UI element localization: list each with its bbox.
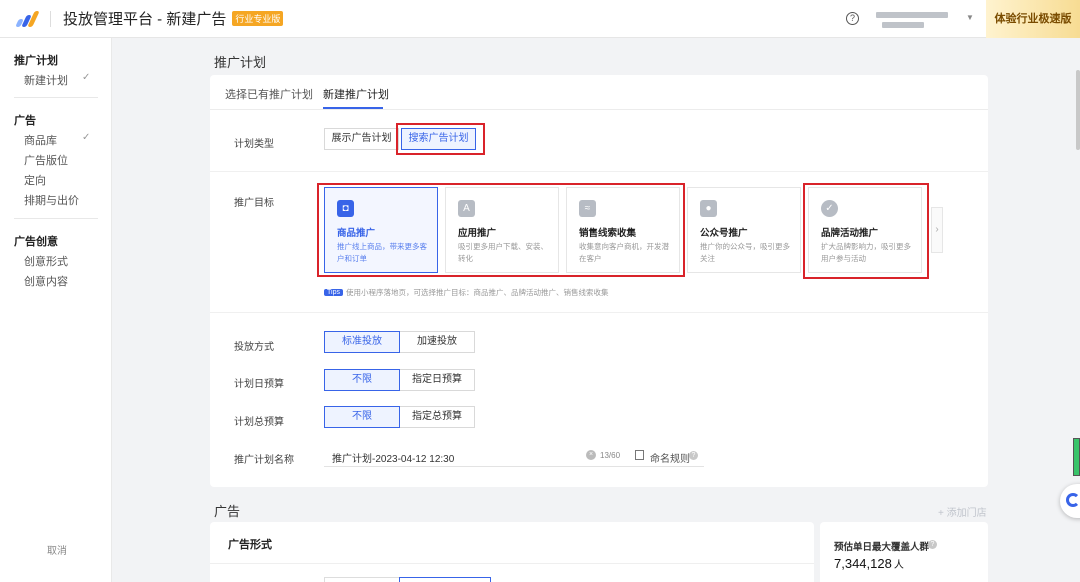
format-option-selected[interactable] (399, 577, 491, 582)
check-icon: ✓ (82, 72, 91, 83)
account-icon: ● (700, 200, 717, 217)
section-divider (210, 563, 814, 564)
format-option[interactable] (324, 577, 400, 582)
account-switcher[interactable] (876, 9, 954, 31)
sidebar-item-targeting[interactable]: 定向 (24, 172, 46, 188)
daily-budget-label: 计划日预算 (234, 379, 284, 390)
display-ad-plan-option[interactable]: 展示广告计划 (324, 128, 399, 150)
goal-label: 推广目标 (234, 198, 274, 209)
page-title: 推广计划 (214, 55, 267, 70)
estimate-unit: 人 (893, 560, 904, 571)
sidebar-item-product-library[interactable]: 商品库 (24, 132, 57, 148)
tips-badge: Tips (324, 289, 343, 297)
sidebar-item-new-plan[interactable]: 新建计划 (24, 72, 68, 88)
chevron-down-icon[interactable]: ▼ (966, 13, 974, 22)
tab-select-existing-plan[interactable]: 选择已有推广计划 (225, 86, 313, 102)
standard-delivery-option[interactable]: 标准投放 (324, 331, 400, 353)
edition-badge: 行业专业版 (232, 11, 284, 26)
brand-logo[interactable] (15, 10, 40, 27)
sidebar-section-plan[interactable]: 推广计划 (14, 52, 58, 68)
char-counter: 13/60 (600, 451, 621, 460)
goal-card-desc: 推广你的公众号，吸引更多关注 (700, 242, 790, 263)
sidebar-divider (14, 218, 98, 219)
total-budget-specified-option[interactable]: 指定总预算 (399, 406, 475, 428)
plan-type-label: 计划类型 (234, 139, 274, 150)
sidebar-section-creative[interactable]: 广告创意 (14, 233, 58, 249)
sidebar-item-creative-content[interactable]: 创意内容 (24, 273, 68, 289)
support-icon (1066, 493, 1080, 507)
page-scrollbar[interactable] (1076, 70, 1080, 150)
active-tab-indicator (323, 107, 383, 109)
sidebar-item-creative-format[interactable]: 创意形式 (24, 253, 68, 269)
sidebar: 推广计划 新建计划 ✓ 广告 商品库 ✓ 广告版位 定向 排期与出价 广告创意 … (0, 38, 112, 582)
section-divider (210, 171, 988, 172)
daily-budget-unlimited-option[interactable]: 不限 (324, 369, 400, 391)
plan-name-label: 推广计划名称 (234, 455, 294, 466)
estimate-card: 预估单日最大覆盖人群 ? 7,344,128 人 (820, 522, 988, 582)
sidebar-section-ad[interactable]: 广告 (14, 112, 36, 128)
ad-section-title: 广告 (214, 504, 241, 519)
total-budget-label: 计划总预算 (234, 417, 284, 428)
side-tab[interactable] (1073, 438, 1080, 476)
search-ad-plan-option[interactable]: 搜索广告计划 (401, 128, 476, 150)
help-icon[interactable]: ? (689, 451, 698, 460)
help-icon[interactable]: ? (928, 540, 937, 549)
sidebar-item-schedule-bid[interactable]: 排期与出价 (24, 192, 79, 208)
tips-text: 使用小程序落地页，可选择推广目标：商品推广、品牌活动推广、销售线索收集 (345, 288, 609, 298)
sidebar-item-placement[interactable]: 广告版位 (24, 152, 68, 168)
highlight-box (803, 183, 929, 279)
ad-format-title: 广告形式 (228, 539, 272, 551)
chevron-right-icon[interactable]: › (931, 207, 943, 253)
delivery-label: 投放方式 (234, 342, 274, 353)
highlight-box (317, 183, 685, 277)
cancel-button[interactable]: 取消 (47, 542, 67, 557)
goal-tips: Tips 使用小程序落地页，可选择推广目标：商品推广、品牌活动推广、销售线索收集 (324, 285, 608, 299)
estimate-title: 预估单日最大覆盖人群 (834, 542, 930, 553)
daily-budget-specified-option[interactable]: 指定日预算 (399, 369, 475, 391)
help-icon[interactable]: ? (846, 12, 859, 25)
lite-edition-ribbon[interactable]: 体验行业极速版 (986, 0, 1080, 38)
add-store-button[interactable]: + 添加门店 (938, 504, 987, 519)
tab-new-plan[interactable]: 新建推广计划 (323, 86, 389, 102)
ad-format-card: 广告形式 (210, 522, 814, 582)
plan-name-field[interactable]: 推广计划-2023-04-12 12:30 × 13/60 命名规则 ? (324, 445, 704, 467)
total-budget-unlimited-option[interactable]: 不限 (324, 406, 400, 428)
estimate-value: 7,344,128 (834, 556, 892, 571)
app-title: 投放管理平台 - 新建广告 (63, 11, 227, 28)
section-divider (210, 312, 988, 313)
estimate-value-row: 7,344,128 人 (834, 556, 904, 571)
goal-card-official-account[interactable]: ● 公众号推广 推广你的公众号，吸引更多关注 (687, 187, 801, 273)
check-icon: ✓ (82, 132, 91, 143)
goal-card-title: 公众号推广 (700, 228, 748, 239)
clear-icon[interactable]: × (586, 450, 596, 460)
plan-tabs: 选择已有推广计划 新建推广计划 (210, 75, 988, 110)
accelerated-delivery-option[interactable]: 加速投放 (399, 331, 475, 353)
header-divider (50, 10, 51, 27)
naming-rule-link[interactable]: 命名规则 (650, 450, 690, 465)
plan-name-value[interactable]: 推广计划-2023-04-12 12:30 (332, 450, 454, 465)
floating-support-button[interactable] (1060, 484, 1080, 518)
sidebar-divider (14, 97, 98, 98)
document-icon[interactable] (635, 450, 644, 460)
